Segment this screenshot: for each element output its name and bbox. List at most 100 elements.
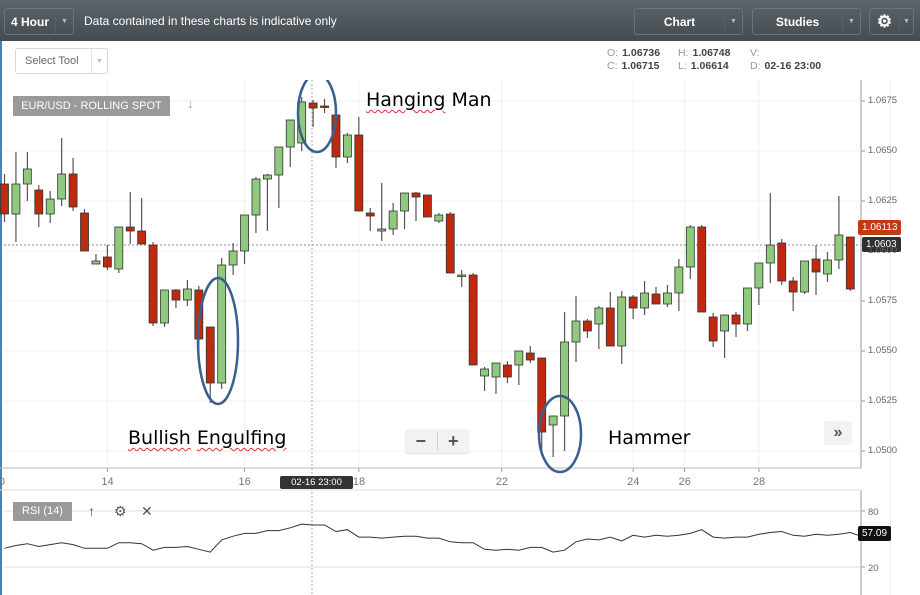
bullish-candle bbox=[594, 306, 604, 349]
caret-down-icon: ▼ bbox=[91, 49, 107, 73]
annotation-text: Hammer bbox=[608, 427, 691, 449]
candle-body bbox=[228, 250, 238, 266]
arrow-down-icon[interactable]: ↓ bbox=[187, 96, 194, 111]
bullish-candle bbox=[617, 291, 627, 364]
close-icon[interactable]: ✕ bbox=[141, 502, 153, 521]
candle-body bbox=[594, 307, 604, 325]
candle-body bbox=[148, 244, 158, 324]
bullish-candle bbox=[400, 192, 409, 229]
candle-body bbox=[754, 262, 764, 289]
caret-down-icon: ▼ bbox=[724, 9, 742, 34]
date-label: D: bbox=[750, 60, 761, 72]
scroll-to-latest-button[interactable]: » bbox=[824, 421, 852, 445]
bearish-candle bbox=[628, 295, 638, 319]
bearish-candle bbox=[354, 117, 364, 212]
candle-body bbox=[354, 134, 364, 212]
candle-body bbox=[342, 134, 352, 158]
bullish-candle bbox=[262, 174, 272, 231]
top-toolbar: 4 Hour ▼ Data contained in these charts … bbox=[0, 0, 920, 41]
candle-body bbox=[823, 259, 832, 275]
bullish-candle bbox=[800, 260, 809, 294]
bullish-candle bbox=[754, 262, 764, 305]
annotation-ring-hammer bbox=[537, 394, 583, 474]
candle-body bbox=[503, 364, 512, 378]
candle-body bbox=[491, 362, 501, 378]
candle-body bbox=[514, 350, 524, 366]
candle-body bbox=[262, 174, 272, 180]
bearish-candle bbox=[423, 194, 432, 218]
bearish-candle bbox=[68, 158, 78, 211]
crosshair-time-label: 02-16 23:00 bbox=[280, 476, 353, 489]
bullish-candle bbox=[251, 177, 261, 233]
candle-body bbox=[537, 357, 547, 433]
last-price-label: 1.06113 bbox=[858, 220, 902, 235]
candle-body bbox=[308, 102, 318, 109]
low-value: 1.06614 bbox=[690, 60, 729, 72]
bullish-candle bbox=[22, 152, 32, 201]
high-value: 1.06748 bbox=[692, 47, 731, 59]
annotation-bullish-engulfing: Bullish Engulfing bbox=[128, 427, 286, 449]
bearish-candle bbox=[0, 174, 9, 222]
open-label: O: bbox=[607, 47, 619, 59]
bullish-candle bbox=[377, 183, 387, 241]
studies-menu-button[interactable]: Studies ▼ bbox=[752, 8, 861, 35]
bearish-candle bbox=[80, 209, 89, 252]
select-tool-label: Select Tool bbox=[25, 55, 79, 67]
candle-body bbox=[640, 292, 649, 309]
candle-body bbox=[22, 168, 32, 185]
bullish-candle bbox=[720, 314, 729, 358]
y-axis-label: 1.0625 bbox=[868, 195, 898, 206]
candle-body bbox=[663, 292, 672, 305]
candle-body bbox=[605, 307, 615, 347]
chart-menu-button[interactable]: Chart ▼ bbox=[634, 8, 743, 35]
annotation-hammer: Hammer bbox=[608, 427, 690, 449]
timeframe-select[interactable]: 4 Hour ▼ bbox=[4, 8, 74, 35]
candle-body bbox=[788, 280, 798, 293]
candle-body bbox=[525, 352, 535, 361]
bearish-candle bbox=[503, 361, 512, 383]
rsi-axis-label: 20 bbox=[868, 563, 879, 574]
bullish-candle bbox=[240, 214, 249, 264]
bullish-candle bbox=[491, 362, 501, 394]
caret-down-icon: ▼ bbox=[55, 9, 73, 34]
candle-body bbox=[45, 198, 55, 215]
bearish-candle bbox=[102, 245, 112, 270]
candle-body bbox=[434, 214, 444, 222]
candle-body bbox=[285, 119, 295, 148]
candle-body bbox=[377, 228, 387, 232]
rsi-study-label: RSI (14) bbox=[13, 502, 72, 521]
bearish-candle bbox=[525, 346, 535, 363]
annotation-text: Bullish bbox=[128, 427, 191, 449]
candle-body bbox=[720, 314, 729, 332]
select-tool-dropdown[interactable]: Select Tool ▼ bbox=[15, 48, 108, 74]
ohlc-readout-volume-date: V: D: 02-16 23:00 bbox=[750, 47, 821, 73]
settings-menu-button[interactable]: ⚙ ▼ bbox=[869, 8, 914, 35]
chart-menu-label: Chart bbox=[663, 14, 696, 29]
price-chart[interactable]: 80 20 bbox=[0, 80, 920, 595]
zoom-in-button[interactable]: + bbox=[438, 431, 470, 451]
gear-icon[interactable]: ⚙ bbox=[114, 502, 127, 521]
x-axis-label: 26 bbox=[678, 476, 691, 488]
candle-body bbox=[560, 341, 569, 417]
bullish-candle bbox=[514, 350, 524, 385]
bullish-candle bbox=[674, 259, 684, 311]
candle-body bbox=[445, 213, 455, 274]
bearish-candle bbox=[731, 312, 741, 337]
bullish-candle bbox=[823, 252, 832, 282]
bearish-candle bbox=[205, 326, 215, 403]
zoom-out-button[interactable]: − bbox=[405, 431, 437, 451]
bullish-candle bbox=[57, 138, 67, 206]
chart-overlay bbox=[196, 80, 583, 474]
annotation-hanging-man: Hanging Man bbox=[366, 89, 492, 111]
arrow-up-icon[interactable]: ↑ bbox=[88, 502, 95, 521]
y-axis-label: 1.0650 bbox=[868, 145, 898, 156]
y-axis-label: 1.0675 bbox=[868, 95, 898, 106]
rsi-line bbox=[4, 523, 862, 553]
bearish-candle bbox=[125, 192, 135, 244]
caret-down-icon: ▼ bbox=[899, 9, 913, 34]
bullish-candle bbox=[434, 213, 444, 223]
open-value: 1.06736 bbox=[622, 47, 661, 59]
candle-body bbox=[57, 173, 67, 200]
bullish-candle bbox=[160, 289, 169, 327]
candle-body bbox=[137, 230, 147, 245]
